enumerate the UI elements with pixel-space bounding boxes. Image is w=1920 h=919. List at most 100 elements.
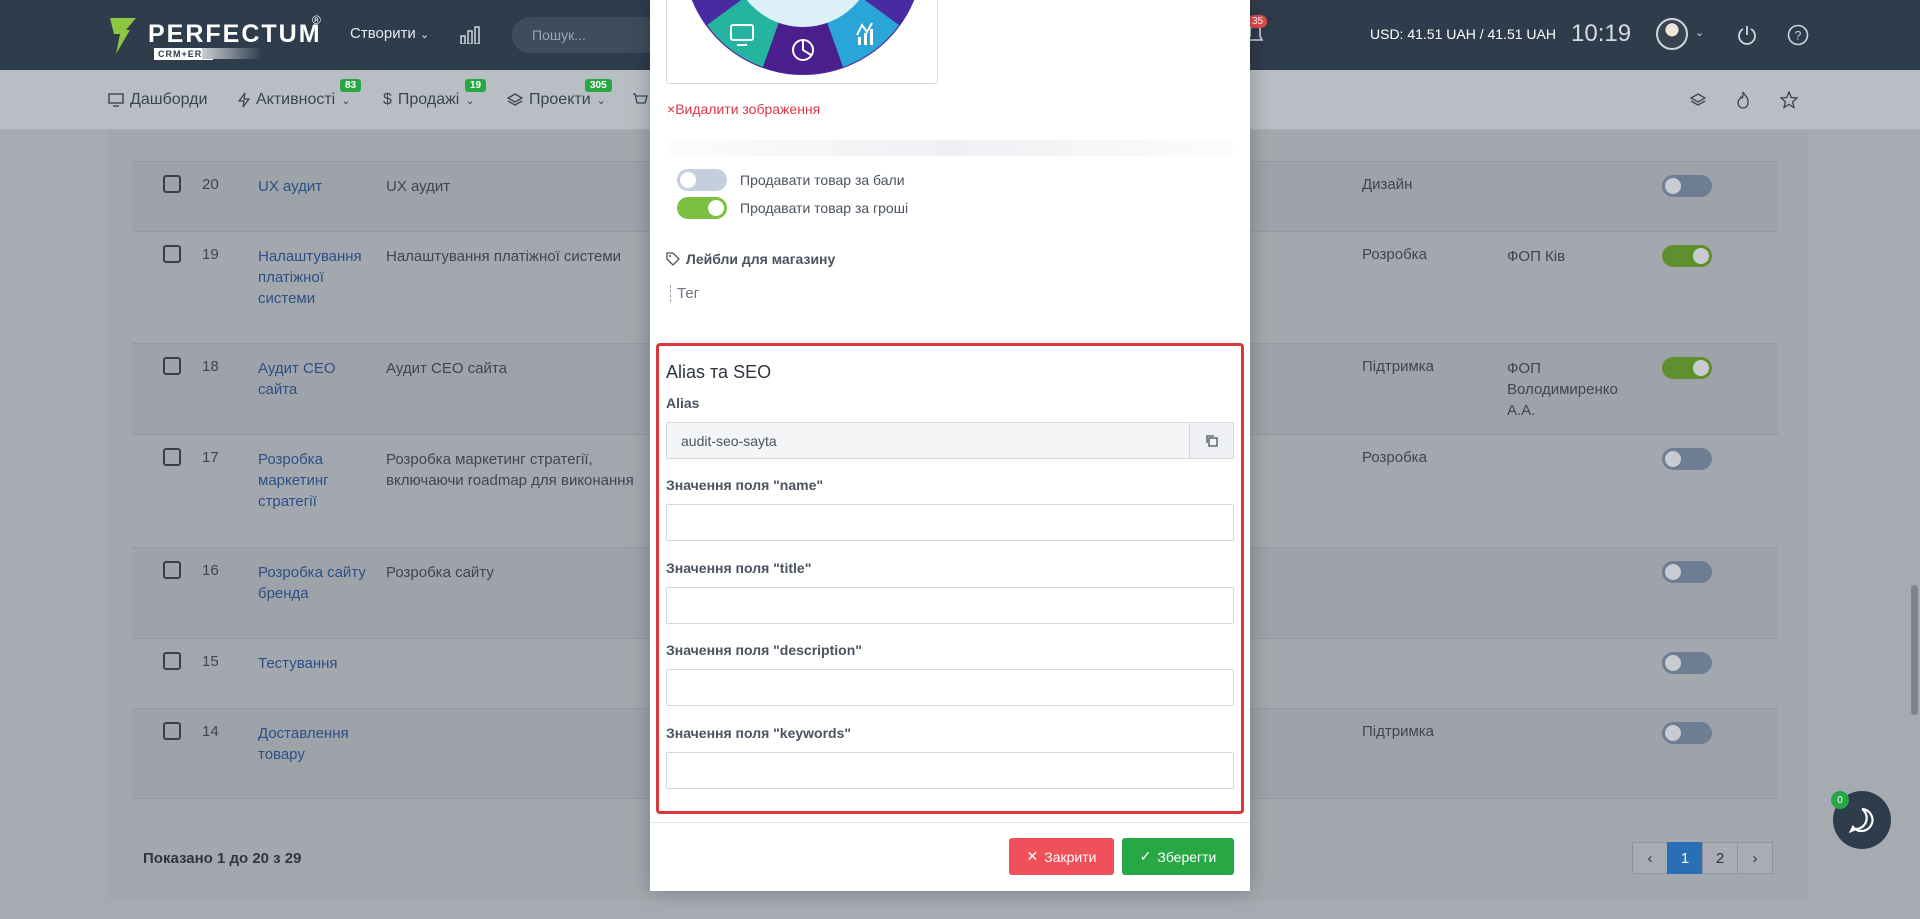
save-button-label: Зберегти [1157, 848, 1217, 865]
row-category: Підтримка [1362, 358, 1435, 375]
menu-badge: 83 [340, 79, 362, 92]
row-checkbox[interactable] [163, 357, 181, 375]
pagination-page[interactable]: 2 [1702, 842, 1738, 874]
pagination-prev[interactable]: ‹ [1632, 842, 1668, 874]
row-description: Аудит СЕО сайта [386, 360, 507, 377]
divider [666, 140, 1234, 156]
row-active-toggle[interactable] [1662, 448, 1712, 470]
delete-image-link[interactable]: ×Видалити зображення [667, 101, 820, 117]
product-image-graphic [691, 0, 915, 75]
power-icon[interactable] [1736, 24, 1758, 46]
row-description: UX аудит [386, 178, 451, 195]
chevron-down-icon: ⌄ [341, 94, 351, 107]
pagination-page[interactable]: 1 [1667, 842, 1703, 874]
create-button[interactable]: Створити ⌄ [350, 25, 429, 42]
star-icon[interactable] [1780, 91, 1798, 109]
row-name-link[interactable]: Доставлення товару [258, 723, 368, 765]
row-checkbox[interactable] [163, 722, 181, 740]
row-name-link[interactable]: Розробка сайту бренда [258, 562, 368, 604]
sell-for-money-label: Продавати товар за гроші [740, 200, 909, 216]
chat-badge: 0 [1831, 791, 1849, 809]
stack-icon[interactable] [1690, 92, 1706, 108]
save-button[interactable]: ✓ Зберегти [1122, 838, 1234, 875]
bar-chart-icon[interactable] [460, 26, 480, 44]
row-active-toggle[interactable] [1662, 175, 1712, 197]
shop-labels-title: Лейбли для магазину [686, 251, 836, 267]
chevron-down-icon[interactable]: ⌄ [1695, 26, 1704, 39]
alias-input[interactable] [666, 422, 1190, 459]
close-icon: ✕ [1026, 848, 1039, 864]
search-input[interactable] [512, 17, 662, 53]
chevron-down-icon: ⌄ [465, 94, 475, 107]
help-icon[interactable]: ? [1787, 24, 1809, 46]
cart-icon[interactable] [632, 92, 648, 108]
sell-for-money-toggle[interactable] [677, 197, 727, 219]
row-category: Розробка [1362, 449, 1427, 466]
product-image [666, 0, 938, 84]
row-name-link[interactable]: Розробка маркетинг стратегії [258, 449, 368, 512]
delete-image-label: Видалити зображення [675, 101, 821, 117]
menu-item-label: Проекти [529, 91, 591, 108]
menu-item-activities[interactable]: Активності ⌄ 83 [238, 79, 362, 109]
row-name-link[interactable]: Аудит СЕО сайта [258, 358, 368, 400]
row-checkbox[interactable] [163, 448, 181, 466]
row-active-toggle[interactable] [1662, 652, 1712, 674]
row-name-link[interactable]: UX аудит [258, 176, 368, 197]
pagination: ‹ 1 2 › [1632, 842, 1773, 874]
seo-description-input[interactable] [666, 669, 1234, 706]
menu-item-dashboards[interactable]: Дашборди [108, 91, 207, 109]
row-active-toggle[interactable] [1662, 357, 1712, 379]
seo-name-label: Значення поля "name" [666, 477, 824, 493]
tag-input[interactable]: Тег [670, 285, 699, 302]
row-description: Налаштування платіжної системи [386, 248, 622, 265]
row-category: Підтримка [1362, 723, 1435, 740]
row-owner: ФОП Ків [1507, 248, 1566, 265]
fire-icon[interactable] [1736, 91, 1750, 109]
row-active-toggle[interactable] [1662, 722, 1712, 744]
seo-description-label: Значення поля "description" [666, 642, 862, 658]
seo-title-input[interactable] [666, 587, 1234, 624]
sell-for-points-label: Продавати товар за бали [740, 172, 905, 188]
copy-alias-button[interactable] [1189, 422, 1234, 459]
tag-icon [666, 252, 680, 266]
logo-registered: ® [312, 13, 321, 27]
menu-item-label: Дашборди [130, 91, 208, 108]
logo-sub-bar [202, 48, 262, 59]
row-number: 16 [202, 562, 219, 579]
menu-item-sales[interactable]: $ Продажі ⌄ 19 [383, 79, 487, 109]
row-number: 14 [202, 723, 219, 740]
avatar[interactable] [1656, 18, 1688, 50]
menu-item-projects[interactable]: Проекти ⌄ 305 [507, 79, 612, 109]
alias-label: Alias [666, 395, 700, 411]
row-owner: ФОП Володимиренко А.А. [1507, 360, 1618, 419]
menu-badge: 19 [465, 79, 487, 92]
layers-icon [507, 93, 523, 106]
create-label: Створити [350, 25, 416, 42]
row-name-link[interactable]: Тестування [258, 653, 368, 674]
row-category: Дизайн [1362, 176, 1413, 193]
logo-text: PERFECTUM [148, 20, 322, 48]
modal-footer-divider [650, 822, 1250, 823]
dollar-icon: $ [383, 91, 392, 108]
row-number: 19 [202, 246, 219, 263]
currency-rate: USD: 41.51 UAH / 41.51 UAH [1370, 26, 1556, 42]
page-scrollbar[interactable] [1911, 585, 1918, 715]
row-number: 20 [202, 176, 219, 193]
row-checkbox[interactable] [163, 245, 181, 263]
row-checkbox[interactable] [163, 652, 181, 670]
pagination-next[interactable]: › [1737, 842, 1773, 874]
row-checkbox[interactable] [163, 561, 181, 579]
seo-keywords-label: Значення поля "keywords" [666, 725, 852, 741]
seo-keywords-input[interactable] [666, 752, 1234, 789]
row-number: 15 [202, 653, 219, 670]
row-name-link[interactable]: Налаштування платіжної системи [258, 246, 368, 309]
row-number: 17 [202, 449, 219, 466]
menu-item-label: Активності [256, 91, 336, 108]
row-active-toggle[interactable] [1662, 561, 1712, 583]
sell-for-points-toggle[interactable] [677, 169, 727, 191]
close-button[interactable]: ✕ Закрити [1009, 838, 1114, 875]
row-checkbox[interactable] [163, 175, 181, 193]
clock: 10:19 [1571, 20, 1632, 47]
row-active-toggle[interactable] [1662, 245, 1712, 267]
seo-name-input[interactable] [666, 504, 1234, 541]
